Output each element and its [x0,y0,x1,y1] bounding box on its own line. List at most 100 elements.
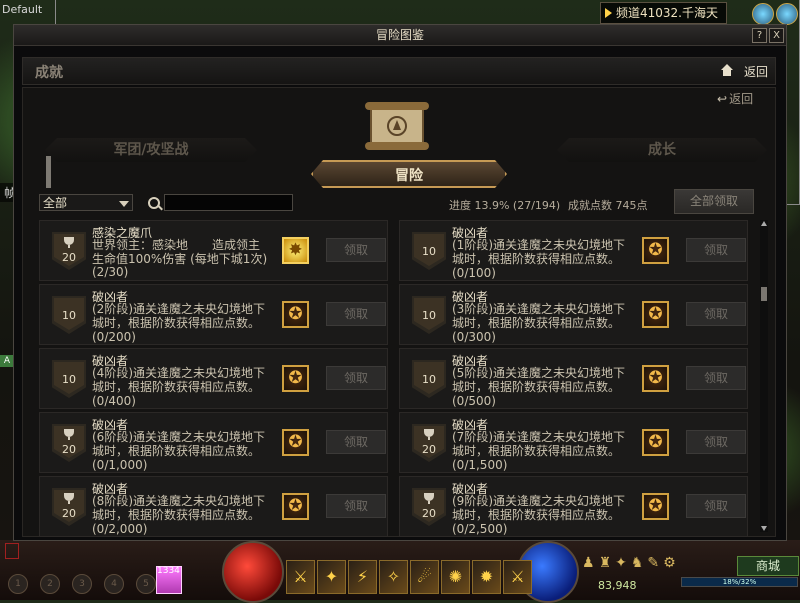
guild-icon[interactable]: ♞ [631,555,644,571]
close-button[interactable]: X [769,28,784,43]
badge-points: 10 [422,245,436,258]
achievement-card: 10 破凶者 (4阶段)通关逢魔之未央幻境地下城时，根据阶数获得相应点数。 (0/40… [39,348,388,409]
skill-slot[interactable]: ⚡ [348,560,377,594]
back-link[interactable]: ↩ 返回 [717,90,753,107]
hp-orb [222,541,284,603]
achievement-description: (7阶段)通关逢魔之未央幻境地下城时，根据阶数获得相应点数。 [452,430,625,458]
skill-slot[interactable]: ☄ [410,560,439,594]
tab-legion-raid[interactable]: 军团/攻坚战 [45,138,257,162]
emblem-reward-icon[interactable] [642,493,669,520]
achievement-progress: (0/2,500) [452,522,508,536]
badge-points: 20 [62,443,76,456]
emblem-reward-icon[interactable] [642,365,669,392]
progress-text: 进度 13.9% (27/194) [449,199,561,212]
scroll-rail [46,156,51,188]
claim-button[interactable]: 领取 [326,238,386,262]
badge-points: 10 [422,373,436,386]
section-header: 成就 返回 [22,57,776,85]
scroll-emblem-icon [365,102,429,150]
claim-button[interactable]: 领取 [326,430,386,454]
claim-button[interactable]: 领取 [326,494,386,518]
claim-button[interactable]: 领取 [326,366,386,390]
channel-arrow-icon [605,8,612,18]
skill-bar: ⚔ ✦ ⚡ ✧ ☄ ✺ ✹ ⚔ [286,560,532,594]
shop-button[interactable]: 商城 [737,556,799,576]
emblem-reward-icon[interactable] [282,493,309,520]
achievement-description: (6阶段)通关逢魔之未央幻境地下城时，根据阶数获得相应点数。 [92,430,265,458]
adventure-catalog-window: 冒险图鉴 ? X 成就 返回 ↩ 返回 军团/攻坚战 成长 冒险 全部 进度 13… [13,24,787,541]
skill-slot[interactable]: ⚔ [286,560,315,594]
quick-slot[interactable]: 2 [40,574,60,594]
emblem-reward-icon[interactable] [282,429,309,456]
achievement-progress: (2/30) [92,265,129,279]
skill-slot[interactable]: ✧ [379,560,408,594]
achievement-progress: (0/1,500) [452,458,508,472]
achievement-progress: (0/2,000) [92,522,148,536]
star-reward-icon[interactable] [282,237,309,264]
emblem-reward-icon[interactable] [282,301,309,328]
quick-slot[interactable]: 5 [136,574,156,594]
claim-button[interactable]: 领取 [686,430,746,454]
claim-button[interactable]: 领取 [326,302,386,326]
achievement-description: (3阶段)通关逢魔之未央幻境地下城时，根据阶数获得相应点数。 [452,302,625,330]
achievement-card: 20 破凶者 (6阶段)通关逢魔之未央幻境地下城时，根据阶数获得相应点数。 (0/1,… [39,412,388,473]
window-titlebar[interactable]: 冒险图鉴 ? X [14,25,786,46]
skill-slot[interactable]: ✦ [317,560,346,594]
emblem-reward-icon[interactable] [642,301,669,328]
quick-slot[interactable]: 1 [8,574,28,594]
back-link-label: 返回 [729,92,754,106]
header-back-button[interactable]: 返回 [744,63,768,80]
skill-slot[interactable]: ⚔ [503,560,532,594]
claim-button[interactable]: 领取 [686,494,746,518]
tab-growth[interactable]: 成长 [557,138,767,162]
scroll-thumb[interactable] [761,287,767,301]
claim-button[interactable]: 领取 [686,238,746,262]
scroll-up-icon[interactable] [761,221,767,226]
event-icon[interactable] [752,3,774,25]
system-menu: ♟ ♜ ✦ ♞ ✎ ⚙ [582,555,676,571]
search-input[interactable] [164,194,293,211]
gold-amount: 83,948 [598,579,637,592]
achievement-progress: (0/500) [452,394,496,408]
skill-slot[interactable]: ✹ [472,560,501,594]
emblem-reward-icon[interactable] [282,365,309,392]
emblem-reward-icon[interactable] [642,237,669,264]
inventory-icon[interactable]: ♜ [599,555,612,571]
achievement-card: 10 破凶者 (5阶段)通关逢魔之未央幻境地下城时，根据阶数获得相应点数。 (0/50… [399,348,748,409]
home-icon[interactable] [721,64,733,76]
quick-slot[interactable]: 3 [72,574,92,594]
claim-all-button[interactable]: 全部领取 [674,189,754,214]
list-scrollbar[interactable] [760,220,768,532]
achievement-description: (2阶段)通关逢魔之未央幻境地下城时，根据阶数获得相应点数。 [92,302,265,330]
achievement-panel: ↩ 返回 军团/攻坚战 成长 冒险 全部 进度 13.9% (27/194) 成就… [22,87,776,537]
scroll-down-icon[interactable] [761,526,767,531]
achievement-progress: (0/300) [452,330,496,344]
quick-slot[interactable]: 4 [104,574,124,594]
tab-adventure[interactable]: 冒险 [311,160,507,188]
achievement-description: (4阶段)通关逢魔之未央幻境地下城时，根据阶数获得相应点数。 [92,366,265,394]
quest-icon[interactable]: ✎ [647,555,659,571]
channel-display[interactable]: 频道41032.千海天 [600,2,727,24]
settings-icon[interactable]: ⚙ [663,555,676,571]
achievement-description: 世界领主：感染地 造成领主生命值100%伤害 (每地下城1次) [92,238,268,266]
side-tab[interactable]: A [0,355,14,367]
badge-points: 10 [62,373,76,386]
window-title: 冒险图鉴 [375,28,424,42]
character-icon[interactable]: ♟ [582,555,595,571]
achievement-progress: (0/400) [92,394,136,408]
claim-button[interactable]: 领取 [686,366,746,390]
search-icon [148,197,160,209]
achievement-progress: (0/200) [92,330,136,344]
help-button[interactable]: ? [752,28,767,43]
claim-button[interactable]: 领取 [686,302,746,326]
emblem-reward-icon[interactable] [642,429,669,456]
achievement-points: 成就点数 745点 [568,199,648,212]
skill-icon[interactable]: ✦ [615,555,627,571]
badge-points: 10 [422,309,436,322]
event-icon[interactable] [776,3,798,25]
filter-value: 全部 [43,196,68,210]
category-filter-select[interactable]: 全部 [39,194,133,211]
window-name-label: Default [2,3,43,16]
skill-slot[interactable]: ✺ [441,560,470,594]
achievement-card: 20 破凶者 (7阶段)通关逢魔之未央幻境地下城时，根据阶数获得相应点数。 (0/1,… [399,412,748,473]
